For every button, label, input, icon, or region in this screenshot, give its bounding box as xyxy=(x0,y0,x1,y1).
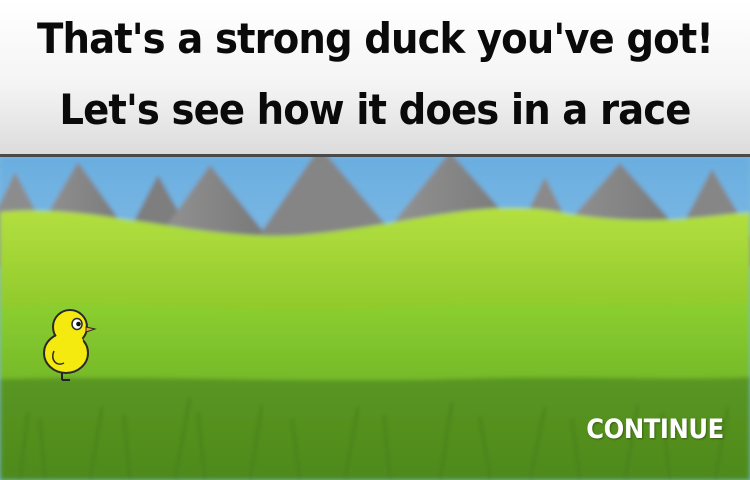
banner-line-1: That's a strong duck you've got! xyxy=(37,14,714,63)
mid-field xyxy=(0,303,750,387)
message-banner: That's a strong duck you've got! Let's s… xyxy=(0,0,750,157)
duck-character xyxy=(43,309,97,381)
game-screen: That's a strong duck you've got! Let's s… xyxy=(0,0,750,480)
continue-button[interactable]: CONTINUE xyxy=(586,414,724,445)
banner-line-2: Let's see how it does in a race xyxy=(59,85,691,134)
